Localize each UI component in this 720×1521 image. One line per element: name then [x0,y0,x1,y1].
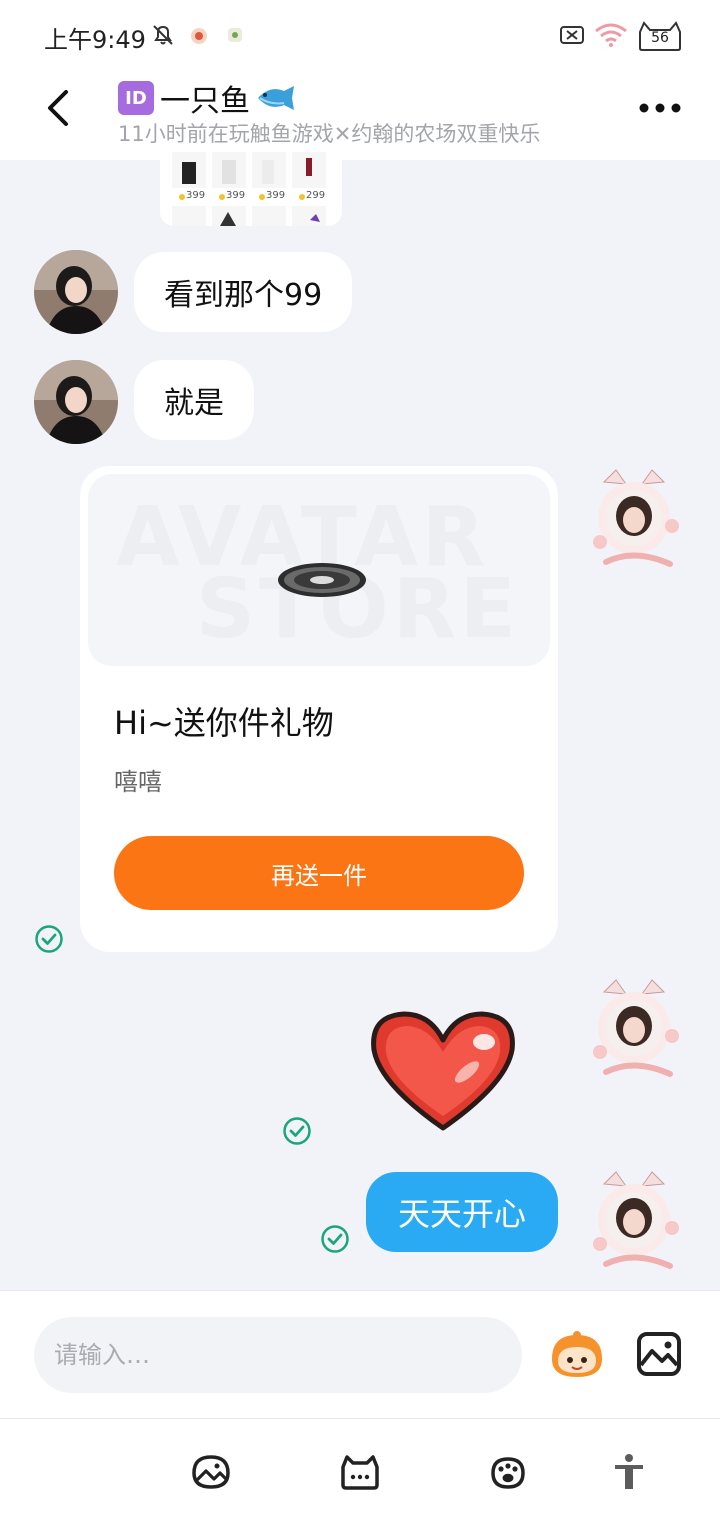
self-avatar[interactable] [586,1170,682,1276]
price-label: 399 [186,190,206,201]
image-icon[interactable] [636,1331,682,1377]
price-label: 399 [226,190,246,201]
back-arrow-icon[interactable] [38,86,82,130]
message-input[interactable] [34,1317,522,1393]
gift-card[interactable]: AVATAR STORE Hi~送你件礼物 嘻嘻 再送一件 [80,466,558,952]
id-badge: ID [118,81,154,115]
send-another-gift-button[interactable]: 再送一件 [114,836,524,910]
status-time: 上午9:49 [44,26,146,54]
shop-items-image [172,152,326,226]
chat-title: 一只鱼 [160,84,250,119]
chat-header: ID 一只鱼 11小时前在玩触鱼游戏✕约翰的农场双重快乐 [0,70,720,160]
self-avatar[interactable] [586,468,682,574]
status-bar: 上午9:49 56 [0,0,720,70]
chat-title-row: ID 一只鱼 [118,76,298,120]
message-bubble[interactable]: 看到那个99 [134,252,353,332]
contact-avatar[interactable] [34,360,118,444]
gift-banner: AVATAR STORE [88,474,550,666]
read-check-icon [321,1225,349,1253]
contact-avatar[interactable] [34,250,118,334]
accessibility-icon[interactable] [608,1453,650,1491]
app-notification-icon [228,28,242,42]
read-check-icon [35,925,63,953]
fish-emoji-icon [258,86,294,110]
message-text: 看到那个99 [164,278,323,313]
message-bubble[interactable]: 就是 [134,360,254,440]
message-text: 就是 [164,386,224,421]
paw-icon[interactable] [487,1453,529,1491]
gift-title: Hi~送你件礼物 [114,704,334,742]
mute-bell-icon [153,25,173,45]
gift-subtitle: 嘻嘻 [114,768,162,796]
message-composer [0,1290,720,1419]
gallery-icon[interactable] [190,1453,232,1491]
battery-level: 56 [651,30,669,46]
price-label: 299 [306,190,326,201]
bottom-toolbar [0,1418,720,1521]
battery-icon: 56 [636,20,684,52]
heart-sticker[interactable] [368,1006,518,1134]
shop-preview-image[interactable]: 399 399 399 299 [160,150,342,226]
price-label: 399 [266,190,286,201]
wifi-icon [595,23,627,47]
message-bubble-self[interactable]: 天天开心 [366,1172,558,1252]
emoji-mascot-icon[interactable] [546,1329,608,1381]
chat-cat-icon[interactable] [339,1453,381,1491]
no-sim-icon [560,26,584,44]
read-check-icon [283,1117,311,1145]
app-notification-icon [191,28,207,44]
contact-photo [34,360,118,444]
self-avatar[interactable] [586,978,682,1084]
gift-item-image [278,563,366,597]
more-dots-icon[interactable] [638,96,682,120]
chat-subtitle: 11小时前在玩触鱼游戏✕约翰的农场双重快乐 [118,122,541,146]
message-text: 天天开心 [397,1195,526,1233]
contact-photo [34,250,118,334]
